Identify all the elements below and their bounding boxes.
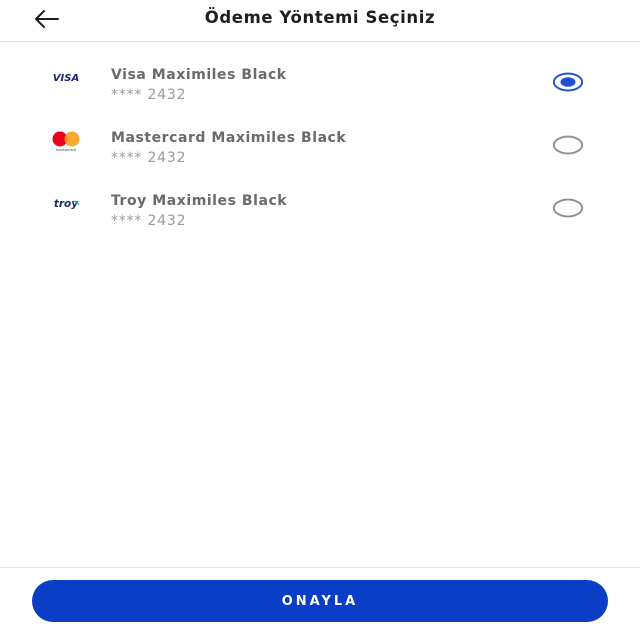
card-option-visa[interactable]: VISA Visa Maximiles Black **** 2432 [0, 67, 640, 123]
card-number: **** 2432 [111, 150, 187, 166]
top-bar: Ödeme Yöntemi Seçiniz [0, 0, 640, 42]
card-number: **** 2432 [111, 213, 187, 229]
card-number: **** 2432 [111, 87, 187, 103]
mastercard-logo-text: mastercard [56, 148, 76, 152]
troy-logo-text: troy [54, 198, 79, 210]
troy-logo-icon: troy [44, 193, 88, 217]
card-option-troy[interactable]: troy Troy Maximiles Black **** 2432 [0, 193, 640, 249]
confirm-button[interactable]: ONAYLA [32, 580, 608, 622]
payment-method-screen: Ödeme Yöntemi Seçiniz VISA Visa Maximile… [0, 0, 640, 640]
visa-logo-text: VISA [53, 73, 79, 84]
radio-button-unselected[interactable] [552, 134, 584, 156]
bottom-bar: ONAYLA [0, 567, 640, 640]
card-option-mastercard[interactable]: mastercard Mastercard Maximiles Black **… [0, 130, 640, 186]
card-name: Mastercard Maximiles Black [111, 130, 347, 146]
card-name: Troy Maximiles Black [111, 193, 288, 209]
card-name: Visa Maximiles Black [111, 67, 287, 83]
radio-button-selected[interactable] [552, 71, 584, 93]
visa-logo-icon: VISA [44, 67, 88, 91]
radio-button-unselected[interactable] [552, 197, 584, 219]
page-title: Ödeme Yöntemi Seçiniz [204, 8, 436, 27]
mastercard-logo-icon: mastercard [44, 130, 88, 154]
